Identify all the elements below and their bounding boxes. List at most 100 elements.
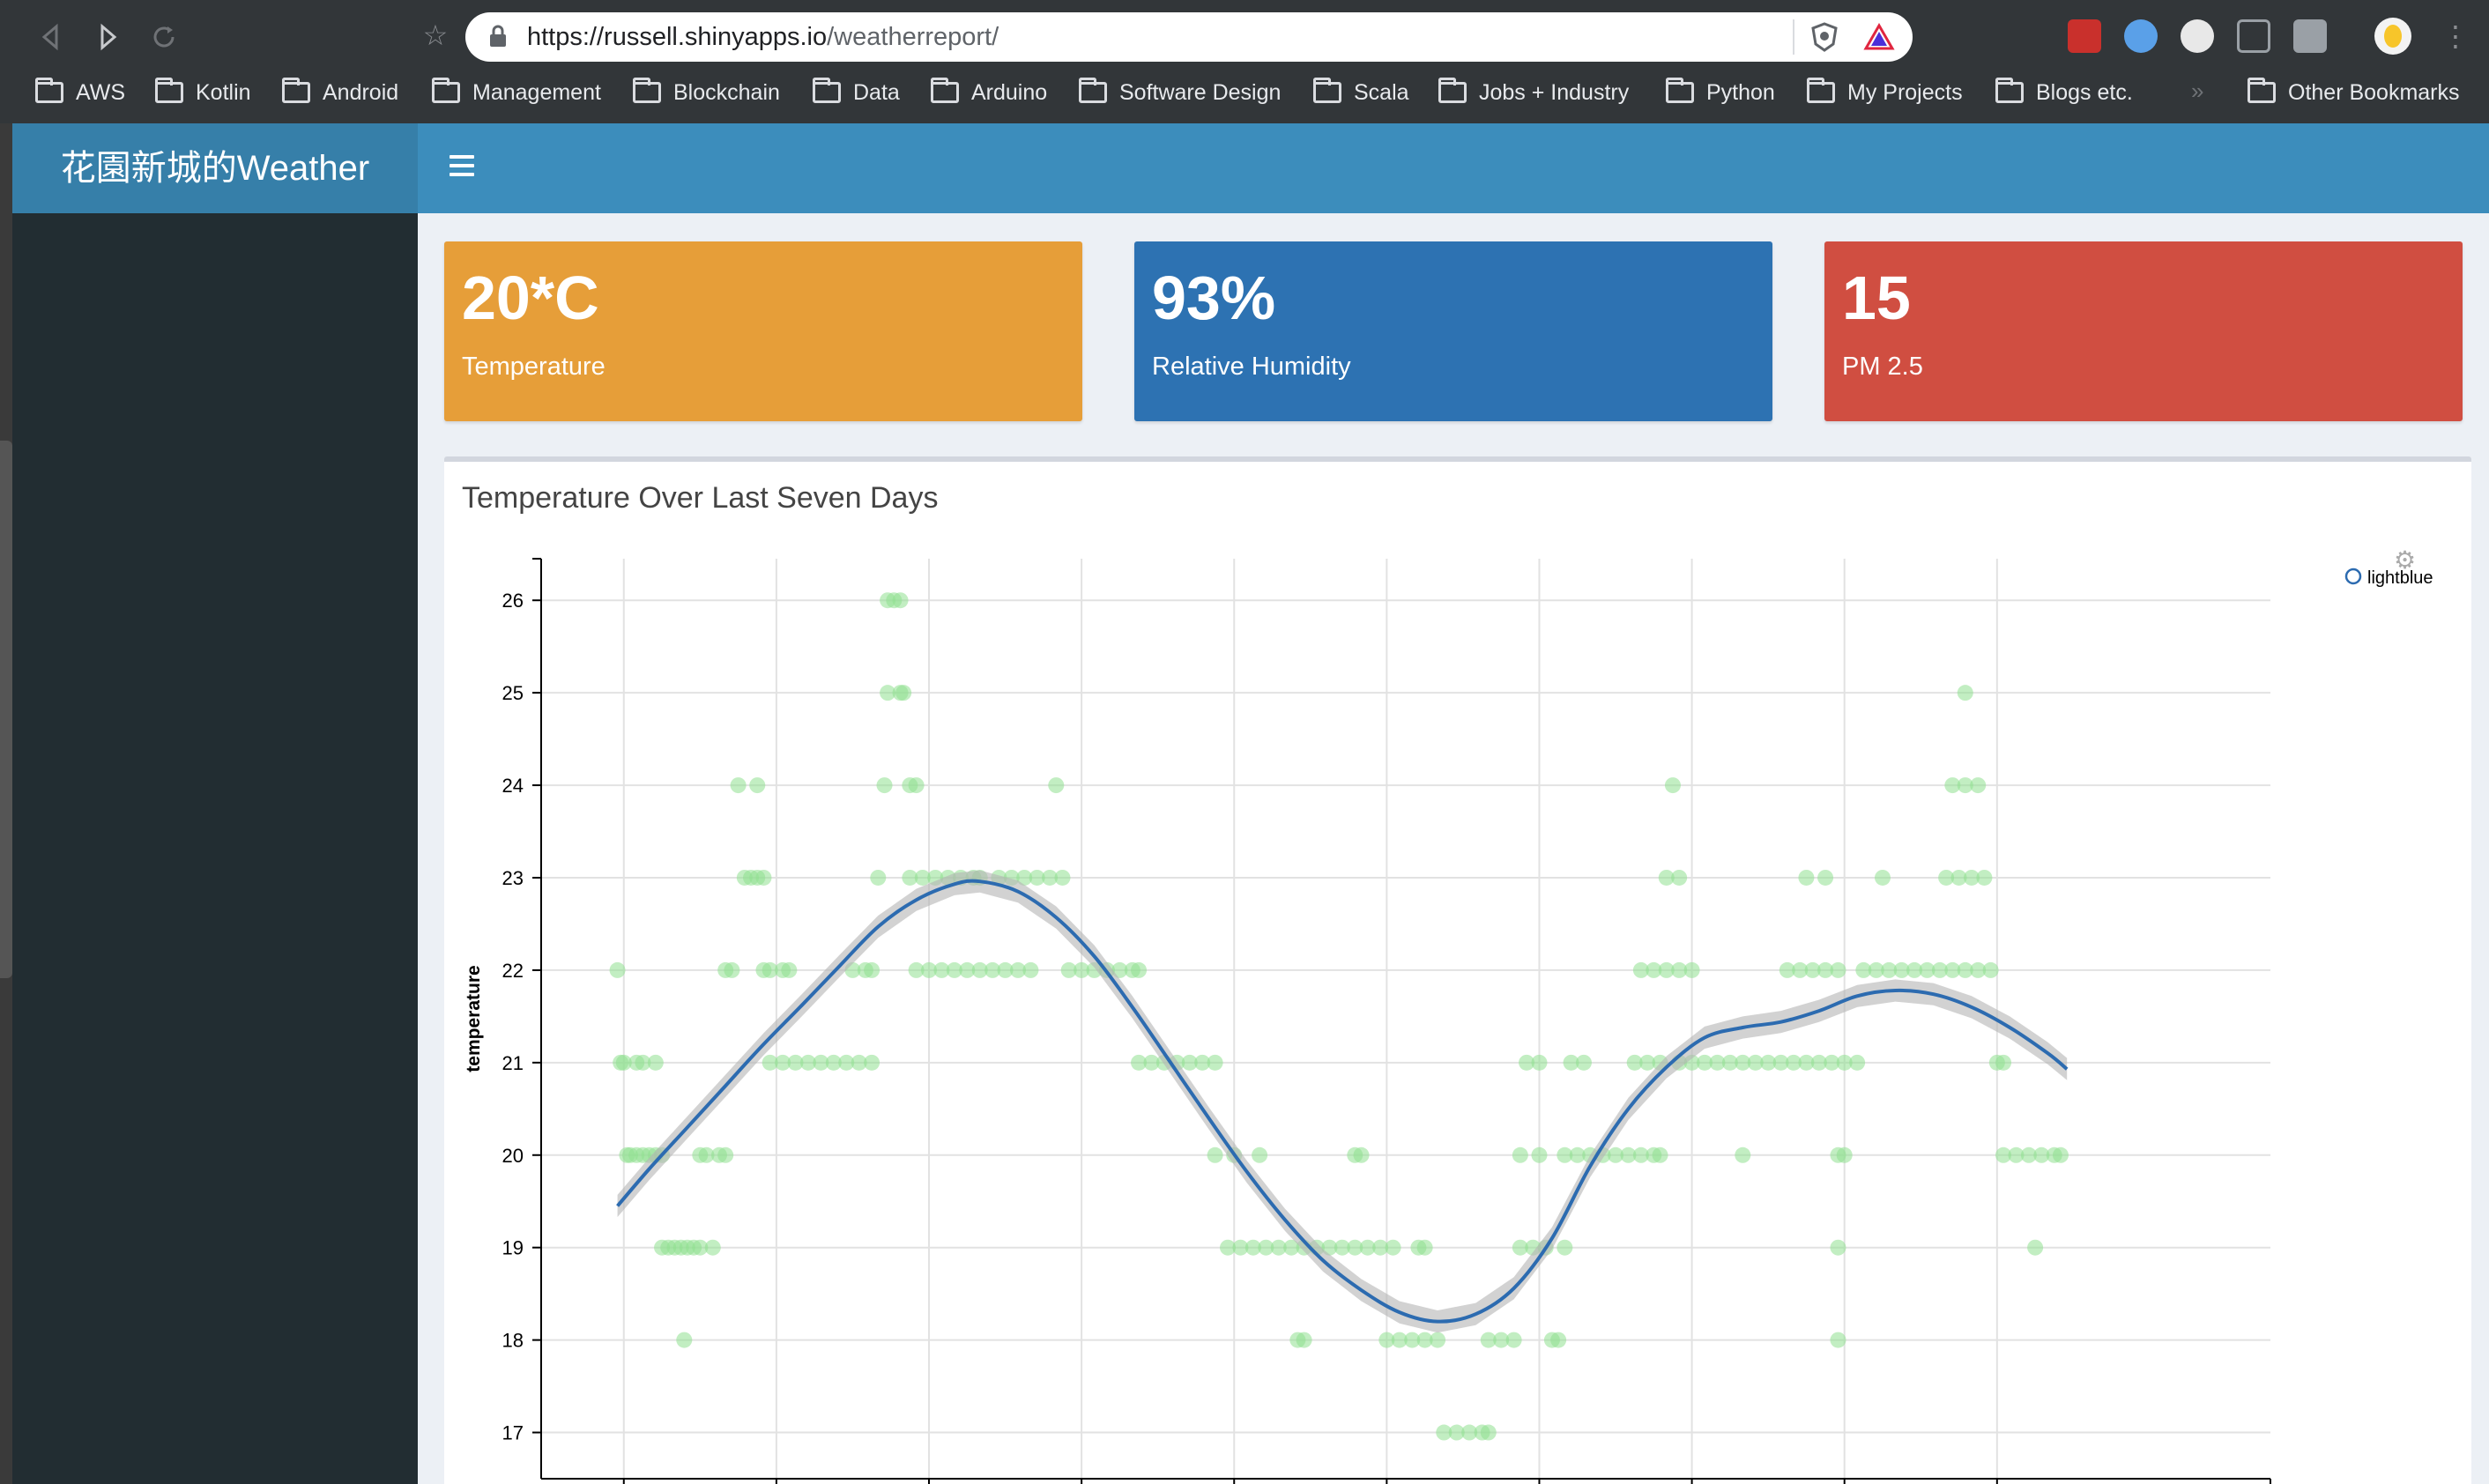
menu-icon[interactable]: ⋮ [2441, 18, 2470, 55]
data-point [1995, 1054, 2012, 1071]
folder-icon [1995, 78, 2024, 103]
folder-icon [155, 78, 183, 103]
data-point [1830, 1239, 1846, 1256]
bookmark-folder[interactable]: Python [1666, 72, 1775, 113]
y-tick-label: 18 [502, 1330, 524, 1352]
data-point [1550, 1332, 1567, 1348]
data-point [1416, 1239, 1433, 1256]
data-point [1207, 1146, 1223, 1163]
bookmark-folder[interactable]: Arduino [931, 72, 1047, 113]
browser-toolbar: ☆ https://russell.shinyapps.io/weatherre… [0, 0, 2489, 72]
data-point [908, 777, 925, 794]
browser-chrome: ☆ https://russell.shinyapps.io/weatherre… [0, 0, 2489, 123]
data-point [1671, 869, 1688, 886]
brave-shield-icon[interactable] [1809, 21, 1840, 53]
folder-icon [813, 78, 841, 103]
extension-icon[interactable] [2181, 19, 2214, 53]
data-point [1874, 869, 1891, 886]
data-point [609, 961, 626, 978]
bookmark-folder[interactable]: Blockchain [633, 72, 780, 113]
forward-icon[interactable] [88, 18, 127, 56]
humidity-value-box: 93% Relative Humidity [1134, 241, 1772, 421]
data-point [1836, 1146, 1853, 1163]
bookmark-folder[interactable]: Blogs etc. [1995, 72, 2133, 113]
legend-marker [2344, 568, 2362, 585]
reload-icon[interactable] [145, 18, 183, 56]
bookmark-folder[interactable]: Management [432, 72, 601, 113]
value-box-value: 15 [1842, 263, 1911, 332]
folder-icon [1313, 78, 1341, 103]
temperature-chart: 17181920212223242526Mon 24Tue 25Wed 26Th… [464, 558, 2433, 1484]
data-point [724, 961, 740, 978]
bookmark-folder[interactable]: Jobs + Industry [1438, 72, 1629, 113]
data-point [2052, 1146, 2069, 1163]
bookmark-folder[interactable]: Scala [1313, 72, 1409, 113]
data-point [1664, 777, 1681, 794]
sidebar [12, 213, 418, 1484]
y-tick-label: 20 [502, 1145, 524, 1167]
address-bar[interactable]: https://russell.shinyapps.io/weatherrepo… [465, 12, 1913, 62]
data-point [1296, 1332, 1312, 1348]
data-point [1652, 1146, 1668, 1163]
bookmark-folder[interactable]: Android [282, 72, 398, 113]
bookmark-folder[interactable]: Data [813, 72, 900, 113]
folder-icon [1079, 78, 1107, 103]
data-point [1798, 869, 1815, 886]
data-point [749, 777, 766, 794]
value-box-label: Relative Humidity [1152, 352, 1351, 381]
data-point [755, 869, 772, 886]
chart-panel: Temperature Over Last Seven Days 17 18 19 2… [444, 456, 2471, 1484]
y-tick-label: 26 [502, 590, 524, 612]
hamburger-menu-icon[interactable] [450, 155, 474, 180]
data-point [895, 685, 912, 701]
brave-rewards-icon[interactable] [1863, 21, 1895, 53]
temperature-value-box: 20*C Temperature [444, 241, 1082, 421]
value-box-value: 93% [1152, 263, 1276, 332]
data-point [1022, 961, 1039, 978]
header-bar [418, 123, 2489, 213]
bookmark-folder[interactable]: My Projects [1807, 72, 1963, 113]
star-icon[interactable]: ☆ [420, 19, 451, 51]
avatar[interactable] [2374, 18, 2411, 55]
data-point [1505, 1332, 1522, 1348]
folder-icon [633, 78, 661, 103]
data-point [1982, 961, 1999, 978]
other-bookmarks[interactable]: Other Bookmarks [2248, 72, 2460, 113]
chevron-right-icon[interactable]: » [2191, 78, 2203, 105]
data-point [781, 961, 798, 978]
divider [1793, 19, 1794, 55]
app-logo[interactable]: 花園新城的Weather [12, 123, 418, 213]
reader-icon[interactable] [2237, 19, 2270, 53]
bookmark-folder[interactable]: AWS [35, 72, 125, 113]
data-point [1531, 1054, 1548, 1071]
extension-icon[interactable] [2124, 19, 2158, 53]
data-point [1575, 1054, 1592, 1071]
folder-icon [1666, 78, 1694, 103]
y-tick-label: 19 [502, 1237, 524, 1259]
data-point [1830, 1332, 1846, 1348]
url-text[interactable]: https://russell.shinyapps.io/weatherrepo… [527, 12, 999, 62]
bookmarks-bar: AWS Kotlin Android Management Blockchain… [0, 72, 2489, 123]
data-point [1817, 869, 1834, 886]
data-point [1531, 1146, 1548, 1163]
data-point [1683, 961, 1700, 978]
data-point [1353, 1146, 1370, 1163]
dock-edge [0, 441, 12, 978]
back-icon[interactable] [32, 18, 71, 56]
data-point [1054, 869, 1071, 886]
folder-icon [1438, 78, 1467, 103]
dashboard-page: 花園新城的Weather 20*C Temperature 93% Relati… [12, 123, 2489, 1484]
bookmark-folder[interactable]: Kotlin [155, 72, 251, 113]
pm25-value-box: 15 PM 2.5 [1824, 241, 2463, 421]
data-point [1970, 777, 1987, 794]
y-tick-label: 24 [502, 775, 524, 797]
gear-icon[interactable]: ⚙ [2394, 548, 2418, 573]
data-point [1131, 961, 1148, 978]
extension-icon[interactable] [2068, 19, 2101, 53]
value-box-label: PM 2.5 [1842, 352, 1923, 381]
data-point [1480, 1424, 1497, 1441]
bookmark-folder[interactable]: Software Design [1079, 72, 1281, 113]
y-tick-label: 21 [502, 1052, 524, 1074]
folder-icon [931, 78, 959, 103]
extension-icon[interactable] [2293, 19, 2327, 53]
